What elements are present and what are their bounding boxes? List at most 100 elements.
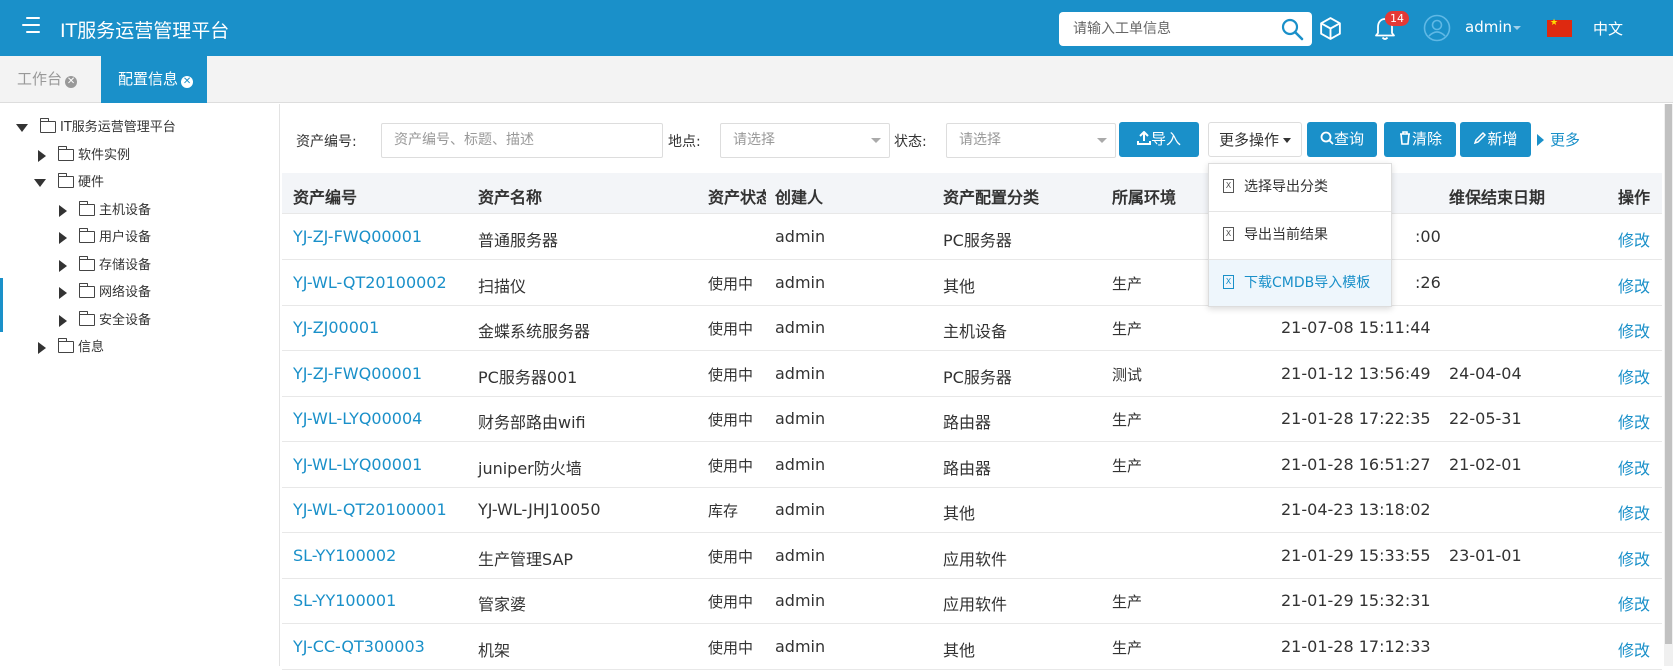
- asset-status: 使用中: [708, 547, 754, 566]
- expand-arrow-icon[interactable]: [34, 178, 46, 187]
- asset-no-link[interactable]: YJ-WL-LYQ00004: [293, 409, 422, 428]
- tab-bar: 工作台 ✕ 配置信息 ✕: [0, 56, 1673, 103]
- tab-workbench[interactable]: 工作台 ✕: [0, 56, 91, 103]
- created-time: 21-01-29 15:33:55: [1281, 545, 1431, 565]
- tree-node-software[interactable]: 软件实例: [38, 145, 130, 166]
- tree-node-storage[interactable]: 存储设备: [59, 255, 151, 276]
- table-row[interactable]: YJ-WL-LYQ00001 juniper防火墙 使用中 admin 路由器 生产 21-…: [282, 442, 1662, 488]
- search-icon: [1320, 131, 1334, 145]
- folder-icon: [40, 117, 56, 133]
- collapse-arrow-icon[interactable]: [38, 149, 46, 162]
- edit-link[interactable]: 修改: [1618, 546, 1650, 570]
- collapse-arrow-icon[interactable]: [59, 286, 67, 299]
- table-row[interactable]: YJ-WL-QT20100001 YJ-WL-JHJ10050 库存 admin 其他 2…: [282, 487, 1662, 533]
- table-row[interactable]: SL-YY100001 管家婆 使用中 admin 应用软件 生产 21-01-29 15:…: [282, 578, 1662, 624]
- edit-link[interactable]: 修改: [1618, 591, 1650, 615]
- folder-icon: [79, 310, 95, 326]
- language-switch[interactable]: 中文: [1593, 18, 1623, 39]
- table-row[interactable]: YJ-ZJ-FWQ00001 PC服务器001 使用中 admin PC服务器 测试 21-…: [282, 351, 1662, 397]
- created-time: 21-01-28 16:51:27: [1281, 454, 1431, 474]
- edit-link[interactable]: 修改: [1618, 455, 1650, 479]
- col-asset-status[interactable]: 资产状态: [708, 184, 766, 208]
- table-row[interactable]: YJ-WL-LYQ00004 财务部路由wifi 使用中 admin 路由器 生产 21-0…: [282, 396, 1662, 442]
- table-row[interactable]: YJ-ZJ-FWQ00001 普通服务器 admin PC服务器:00 修改: [282, 214, 1662, 260]
- cube-icon[interactable]: [1318, 16, 1343, 41]
- col-asset-name[interactable]: 资产名称: [478, 184, 542, 208]
- asset-no-link[interactable]: YJ-CC-QT300003: [293, 637, 425, 656]
- edit-link[interactable]: 修改: [1618, 318, 1650, 342]
- more-ops-button[interactable]: 更多操作: [1208, 122, 1302, 157]
- close-icon[interactable]: ✕: [181, 76, 194, 88]
- more-filters-link[interactable]: 更多: [1537, 129, 1580, 150]
- edit-link[interactable]: 修改: [1618, 500, 1650, 524]
- col-creator[interactable]: 创建人: [775, 184, 823, 208]
- tree-node-hardware[interactable]: 硬件: [34, 172, 104, 193]
- creator: admin: [775, 545, 826, 565]
- col-warranty-end[interactable]: 维保结束日期: [1449, 184, 1545, 208]
- col-category[interactable]: 资产配置分类: [943, 184, 1039, 208]
- location-select[interactable]: 请选择: [720, 123, 890, 158]
- tree-node-label: 信息: [78, 340, 105, 355]
- edit-link[interactable]: 修改: [1618, 364, 1650, 388]
- creator: admin: [775, 318, 826, 337]
- edit-link[interactable]: 修改: [1618, 409, 1650, 433]
- scrollbar-thumb[interactable]: [1665, 104, 1672, 644]
- collapse-arrow-icon[interactable]: [59, 259, 67, 272]
- tree-node-user-device[interactable]: 用户设备: [59, 227, 151, 248]
- table-row[interactable]: YJ-WL-QT20100002 扫描仪 使用中 admin 其他 生产:26 修改: [282, 260, 1662, 306]
- collapse-arrow-icon[interactable]: [59, 231, 67, 244]
- tree-node-host[interactable]: 主机设备: [59, 200, 151, 221]
- clear-button[interactable]: 清除: [1384, 122, 1456, 157]
- tree-node-label: 网络设备: [99, 285, 152, 300]
- menu-toggle-icon[interactable]: [22, 17, 40, 33]
- tree-node-info[interactable]: 信息: [38, 337, 105, 358]
- col-asset-no[interactable]: 资产编号: [293, 184, 357, 208]
- ticket-search-input[interactable]: [1059, 12, 1269, 46]
- asset-no-input[interactable]: 资产编号、标题、描述: [381, 123, 663, 158]
- collapse-arrow-icon[interactable]: [38, 341, 46, 354]
- close-icon[interactable]: ✕: [65, 76, 78, 88]
- search-icon[interactable]: [1280, 17, 1304, 41]
- tree-node-root[interactable]: IT服务运营管理平台: [16, 117, 176, 138]
- tab-config-info[interactable]: 配置信息 ✕: [101, 56, 208, 103]
- col-env[interactable]: 所属环境: [1112, 184, 1176, 208]
- user-avatar-icon[interactable]: [1423, 14, 1451, 42]
- category: 路由器: [943, 458, 992, 478]
- asset-name: YJ-WL-JHJ10050: [478, 500, 601, 519]
- creator: admin: [775, 500, 826, 519]
- environment: 生产: [1112, 593, 1143, 611]
- collapse-arrow-icon[interactable]: [59, 204, 67, 217]
- edit-link[interactable]: 修改: [1618, 637, 1650, 661]
- query-button[interactable]: 查询: [1307, 122, 1377, 157]
- dropdown-download-template[interactable]: X 下载CMDB导入模板: [1209, 260, 1391, 306]
- import-button[interactable]: 导入: [1119, 122, 1199, 157]
- add-button[interactable]: 新增: [1460, 122, 1531, 157]
- table-row[interactable]: YJ-ZJ00001 金蝶系统服务器 使用中 admin 主机设备 生产 21-07-08 …: [282, 305, 1662, 351]
- table-row[interactable]: SL-YY100002 生产管理SAP 使用中 admin 应用软件 21-01-29 1…: [282, 533, 1662, 579]
- asset-no-link[interactable]: YJ-WL-QT20100001: [293, 500, 447, 519]
- asset-no-link[interactable]: YJ-ZJ00001: [293, 318, 379, 337]
- asset-no-link[interactable]: SL-YY100001: [293, 591, 396, 610]
- tree-node-network[interactable]: 网络设备: [59, 282, 152, 303]
- add-button-label: 新增: [1487, 130, 1518, 148]
- creator: admin: [775, 227, 826, 246]
- dropdown-export-category[interactable]: X 选择导出分类: [1209, 164, 1391, 210]
- china-flag-icon[interactable]: [1547, 18, 1572, 37]
- dropdown-item-label: 导出当前结果: [1244, 227, 1328, 243]
- asset-name: 财务部路由wifi: [478, 413, 586, 432]
- table-row[interactable]: YJ-CC-QT300003 机架 使用中 admin 其他 生产 21-01-28 17:…: [282, 624, 1662, 670]
- collapse-arrow-icon[interactable]: [59, 314, 67, 327]
- asset-no-link[interactable]: YJ-ZJ-FWQ00001: [293, 364, 422, 383]
- user-menu[interactable]: admin: [1465, 18, 1512, 36]
- user-menu-caret-icon[interactable]: [1513, 26, 1521, 30]
- asset-no-link[interactable]: SL-YY100002: [293, 546, 396, 565]
- status-select[interactable]: 请选择: [946, 123, 1116, 158]
- dropdown-export-results[interactable]: X 导出当前结果: [1209, 212, 1391, 258]
- tree-node-security[interactable]: 安全设备: [59, 310, 151, 331]
- asset-no-link[interactable]: YJ-WL-QT20100002: [293, 273, 447, 292]
- asset-no-link[interactable]: YJ-WL-LYQ00001: [293, 455, 422, 474]
- asset-no-link[interactable]: YJ-ZJ-FWQ00001: [293, 227, 422, 246]
- edit-link[interactable]: 修改: [1618, 273, 1650, 297]
- edit-link[interactable]: 修改: [1618, 227, 1650, 251]
- expand-arrow-icon[interactable]: [16, 123, 28, 132]
